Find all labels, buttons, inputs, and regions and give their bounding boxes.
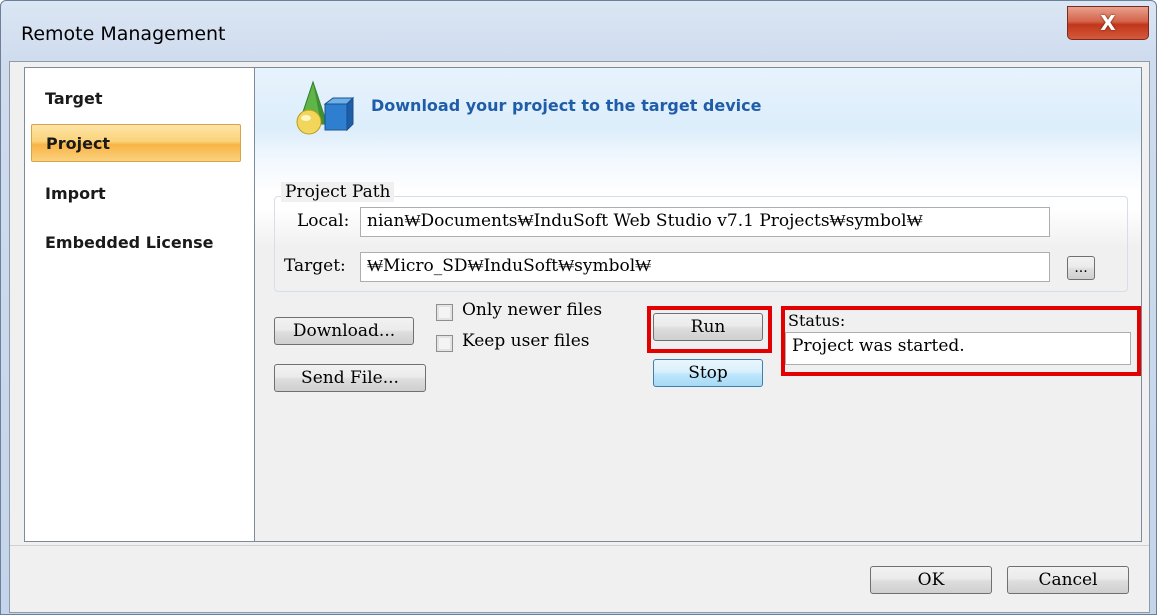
target-label: Target:	[284, 256, 346, 276]
remote-management-window: Remote Management X Target Project Impor…	[0, 0, 1157, 615]
only-newer-files-label: Only newer files	[462, 300, 603, 320]
download-button[interactable]: Download...	[274, 317, 414, 345]
title-bar[interactable]: Remote Management X	[1, 1, 1156, 63]
project-panel: Download your project to the target devi…	[254, 67, 1142, 542]
sidebar-nav: Target Project Import Embedded License	[24, 67, 255, 542]
stop-button[interactable]: Stop	[653, 359, 763, 387]
close-icon: X	[1100, 11, 1116, 35]
sidebar-item-import[interactable]: Import	[31, 175, 241, 213]
sidebar-item-embedded-license[interactable]: Embedded License	[31, 224, 241, 262]
sidebar-item-target[interactable]: Target	[31, 80, 241, 118]
run-button[interactable]: Run	[653, 313, 763, 341]
local-label: Local:	[297, 211, 350, 231]
header-text: Download your project to the target devi…	[371, 96, 762, 115]
cancel-button[interactable]: Cancel	[1007, 566, 1129, 594]
keep-user-files-label: Keep user files	[462, 331, 590, 351]
browse-button[interactable]: ...	[1067, 256, 1095, 280]
status-field: Project was started.	[785, 332, 1131, 365]
send-file-button[interactable]: Send File...	[274, 364, 426, 392]
close-button[interactable]: X	[1067, 6, 1149, 40]
window-title: Remote Management	[21, 23, 226, 45]
only-newer-files-checkbox[interactable]	[436, 304, 453, 321]
keep-user-files-checkbox[interactable]	[436, 335, 453, 352]
dialog-footer: OK Cancel	[10, 545, 1149, 612]
target-path-field[interactable]: ₩Micro_SD₩InduSoft₩symbol₩	[360, 252, 1050, 282]
project-path-group-label: Project Path	[281, 182, 395, 202]
local-path-field[interactable]: nian₩Documents₩InduSoft Web Studio v7.1 …	[360, 207, 1050, 237]
dialog-client-area: Target Project Import Embedded License D…	[9, 61, 1150, 613]
status-label: Status:	[788, 311, 846, 330]
ok-button[interactable]: OK	[870, 566, 992, 594]
sidebar-item-project[interactable]: Project	[31, 124, 241, 162]
